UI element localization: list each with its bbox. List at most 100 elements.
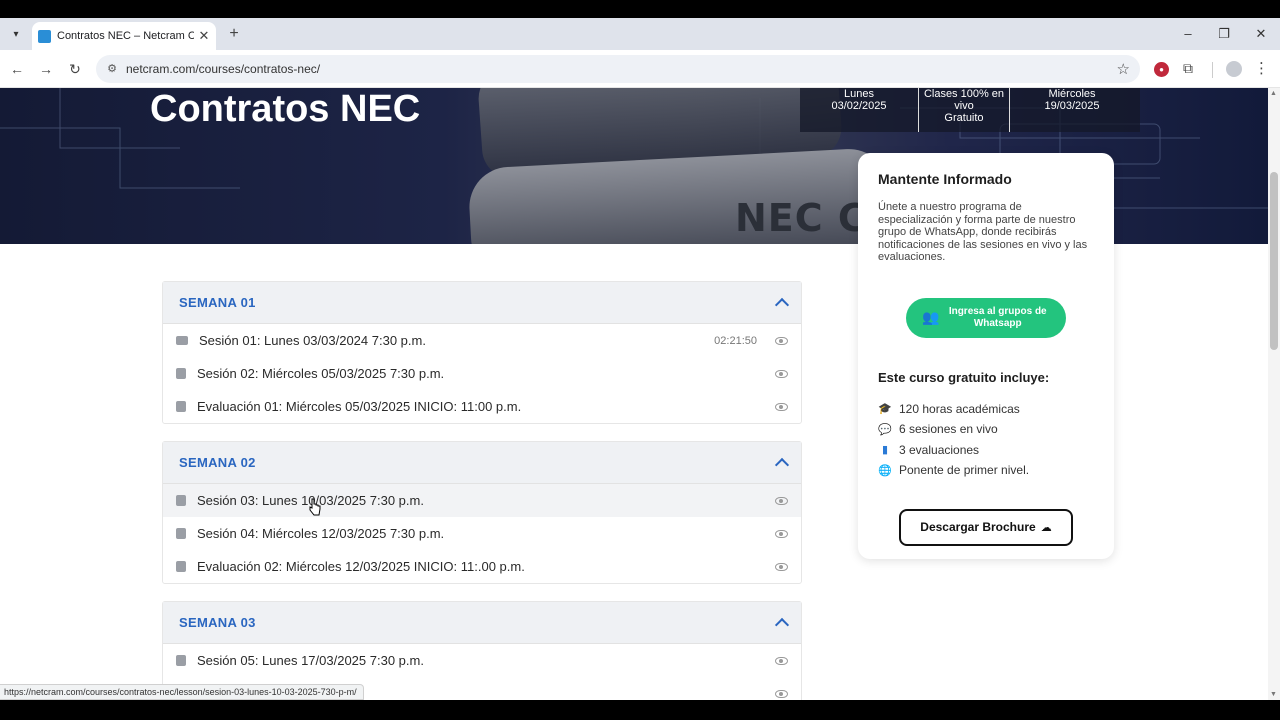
document-icon	[176, 368, 186, 379]
lesson-item[interactable]: Evaluación 02: Miércoles 12/03/2025 INIC…	[163, 550, 801, 583]
lesson-item[interactable]: Evaluación 01: Miércoles 05/03/2025 INIC…	[163, 390, 801, 423]
eye-icon[interactable]	[775, 529, 788, 538]
document-icon: ▮	[881, 444, 889, 457]
week-section: SEMANA 02 Sesión 03: Lunes 10/03/2025 7:…	[162, 441, 802, 584]
restore-icon[interactable]: ❐	[1217, 26, 1231, 42]
graduation-cap-icon: 🎓	[878, 403, 892, 416]
lesson-title[interactable]: Sesión 04: Miércoles 12/03/2025 7:30 p.m…	[197, 526, 775, 541]
week-title: SEMANA 02	[179, 455, 256, 470]
lesson-title[interactable]: Sesión 01: Lunes 03/03/2024 7:30 p.m.	[199, 333, 714, 348]
eye-icon[interactable]	[775, 369, 788, 378]
feature-item: 💬 6 sesiones en vivo	[878, 419, 1094, 440]
extension-icon[interactable]: ●	[1154, 62, 1169, 77]
week-header[interactable]: SEMANA 02	[163, 442, 801, 484]
week-section: SEMANA 01 Sesión 01: Lunes 03/03/2024 7:…	[162, 281, 802, 424]
feature-text: 3 evaluaciones	[899, 442, 980, 457]
bookmark-star-icon[interactable]: ☆	[1117, 60, 1130, 78]
chevron-up-icon[interactable]	[774, 457, 790, 473]
stat-end-date: Miércoles 19/03/2025	[1010, 88, 1134, 132]
profile-avatar[interactable]	[1226, 61, 1242, 77]
stat-label: Miércoles	[1048, 88, 1096, 100]
favicon-icon	[38, 29, 51, 43]
lesson-item[interactable]: Sesión 01: Lunes 03/03/2024 7:30 p.m. 02…	[163, 324, 801, 357]
scrollbar-thumb[interactable]	[1270, 172, 1278, 350]
scroll-up-icon[interactable]: ▲	[1270, 90, 1277, 97]
cloud-download-icon: ☁	[1040, 521, 1052, 534]
eye-icon[interactable]	[775, 402, 788, 411]
chevron-up-icon[interactable]	[774, 617, 790, 633]
card-title: Mantente Informado	[878, 171, 1012, 187]
brochure-button-label: Descargar Brochure	[920, 520, 1036, 534]
info-card: Mantente Informado Únete a nuestro progr…	[858, 153, 1114, 559]
stat-value: 19/03/2025	[1044, 100, 1100, 112]
link-status-bar: https://netcram.com/courses/contratos-ne…	[0, 684, 364, 700]
lesson-title[interactable]: Sesión 05: Lunes 17/03/2025 7:30 p.m.	[197, 653, 775, 668]
download-brochure-button[interactable]: Descargar Brochure ☁	[899, 508, 1073, 546]
url-text[interactable]: netcram.com/courses/contratos-nec/	[126, 62, 320, 76]
users-group-icon: 👥	[922, 309, 940, 325]
tab-close-icon[interactable]: ✕	[198, 28, 210, 44]
eye-icon[interactable]	[775, 496, 788, 505]
browser-menu-icon[interactable]: ⋮	[1254, 59, 1269, 77]
feature-item: 🎓 120 horas académicas	[878, 399, 1094, 420]
document-icon	[176, 655, 186, 666]
feature-text: 6 sesiones en vivo	[899, 422, 998, 437]
scroll-down-icon[interactable]: ▼	[1270, 691, 1277, 698]
window-close-icon[interactable]: ✕	[1254, 26, 1268, 42]
feature-item: ▮ 3 evaluaciones	[878, 440, 1094, 461]
address-bar-row: ← → ↻ ⚙ netcram.com/courses/contratos-ne…	[0, 50, 1280, 88]
week-header[interactable]: SEMANA 03	[163, 602, 801, 644]
week-title: SEMANA 03	[179, 615, 256, 630]
hand-cursor-icon	[309, 498, 321, 516]
lesson-title[interactable]: Evaluación 01: Miércoles 05/03/2025 INIC…	[197, 399, 775, 414]
week-title: SEMANA 01	[179, 295, 256, 310]
document-icon	[176, 401, 186, 412]
lesson-item[interactable]: Sesión 03: Lunes 10/03/2025 7:30 p.m.	[163, 484, 801, 517]
toolbar-divider	[1212, 62, 1213, 78]
course-stats: Lunes 03/02/2025 Clases 100% en vivo Gra…	[800, 88, 1140, 132]
page-title: Contratos NEC	[150, 88, 421, 130]
lesson-title[interactable]: Sesión 02: Miércoles 05/03/2025 7:30 p.m…	[197, 366, 775, 381]
feature-text: Ponente de primer nivel.	[899, 463, 1030, 478]
feature-item: 🌐 Ponente de primer nivel.	[878, 460, 1094, 481]
week-header[interactable]: SEMANA 01	[163, 282, 801, 324]
screen-bottom-bar	[0, 700, 1280, 720]
url-omnibox[interactable]: ⚙ netcram.com/courses/contratos-nec/ ☆	[96, 55, 1140, 83]
stat-start-date: Lunes 03/02/2025	[800, 88, 918, 132]
globe-icon: 🌐	[878, 464, 892, 477]
stat-label: Lunes	[844, 88, 874, 100]
stat-value: vivo	[954, 100, 974, 112]
lesson-item[interactable]: Sesión 05: Lunes 17/03/2025 7:30 p.m.	[163, 644, 801, 677]
document-icon	[176, 528, 186, 539]
reload-icon[interactable]: ↻	[66, 60, 84, 78]
stat-value: 03/02/2025	[831, 100, 887, 112]
extensions-puzzle-icon[interactable]: ⧉	[1183, 60, 1193, 77]
eye-icon[interactable]	[775, 689, 788, 698]
lesson-item[interactable]: Sesión 04: Miércoles 12/03/2025 7:30 p.m…	[163, 517, 801, 550]
browser-tab-active[interactable]: Contratos NEC – Netcram Cons ✕	[32, 22, 216, 50]
video-icon	[176, 336, 188, 345]
whatsapp-button-label: Ingresa al grupos de Whatsapp	[948, 305, 1047, 329]
stat-modality: Clases 100% en vivo Gratuito	[918, 88, 1010, 132]
tab-strip: ▾ Contratos NEC – Netcram Cons ✕ + – ❐ ✕	[0, 18, 1280, 50]
new-tab-icon[interactable]: +	[226, 26, 242, 42]
lesson-title[interactable]: Evaluación 02: Miércoles 12/03/2025 INIC…	[197, 559, 775, 574]
stat-label: Clases 100% en	[923, 88, 1005, 100]
includes-title: Este curso gratuito incluye:	[878, 369, 1050, 385]
chevron-up-icon[interactable]	[774, 297, 790, 313]
whatsapp-group-button[interactable]: 👥 Ingresa al grupos de Whatsapp	[906, 297, 1066, 338]
stat-extra: Gratuito	[944, 112, 984, 124]
eye-icon[interactable]	[775, 336, 788, 345]
tab-search-icon[interactable]: ▾	[6, 24, 26, 44]
forward-icon[interactable]: →	[37, 60, 55, 78]
lesson-item[interactable]: Sesión 02: Miércoles 05/03/2025 7:30 p.m…	[163, 357, 801, 390]
document-icon	[176, 561, 186, 572]
back-icon[interactable]: ←	[8, 60, 26, 78]
page-scrollbar[interactable]: ▲ ▼	[1268, 88, 1280, 700]
lesson-title[interactable]: Sesión 03: Lunes 10/03/2025 7:30 p.m.	[197, 493, 775, 508]
minimize-icon[interactable]: –	[1181, 26, 1195, 42]
site-info-icon[interactable]: ⚙	[104, 61, 120, 77]
eye-icon[interactable]	[775, 562, 788, 571]
course-curriculum: SEMANA 01 Sesión 01: Lunes 03/03/2024 7:…	[162, 281, 802, 700]
eye-icon[interactable]	[775, 656, 788, 665]
